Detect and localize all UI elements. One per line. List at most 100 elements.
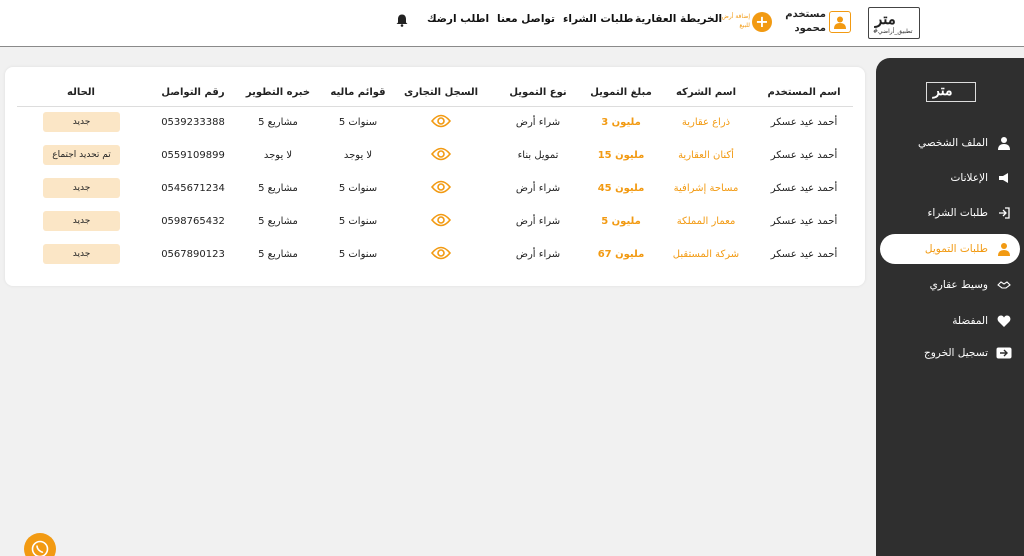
cell-financing-type: شراء أرض [515,117,561,128]
cell-financing-type: تمويل بناء [517,150,559,161]
cell-amount: 67 مليون [597,249,645,260]
cell-experience: 5 مشاريع [258,216,298,227]
cell-financial-statements: 5 سنوات [338,216,378,227]
header-amount: مبلغ التمويل [590,87,652,98]
cell-username: أحمد عيد عسكر [770,183,838,194]
header-development-experience: خبره التطوير [245,87,311,98]
sidebar-item-logout[interactable]: تسجيل الخروج [880,338,1020,368]
table-row[interactable]: أحمد عيد عسكر معمار المملكة 5 مليون شراء… [17,206,853,239]
cell-username: أحمد عيد عسكر [770,216,838,227]
cell-company[interactable]: شركة المستقبل [673,249,739,260]
heart-icon [996,313,1012,329]
user-avatar-icon[interactable] [829,11,851,33]
cell-experience: 5 مشاريع [258,183,298,194]
cell-phone: 0598765432 [161,216,225,227]
logout-icon [996,345,1012,361]
header-username: اسم المستخدم [767,87,841,98]
cell-financial-statements: لا يوجد [343,150,373,161]
handshake-icon [996,277,1012,293]
cell-phone: 0559109899 [161,150,225,161]
view-register-eye-icon[interactable] [430,245,452,264]
cell-company[interactable]: معمار المملكة [677,216,736,227]
view-register-eye-icon[interactable] [430,179,452,198]
sidebar-item-label: طلبات الشراء [927,207,988,219]
cell-amount: 3 مليون [601,117,641,128]
sidebar-logo[interactable]: متر [926,82,976,102]
cell-username: أحمد عيد عسكر [770,117,838,128]
nav-purchase-requests[interactable]: طلبات الشراء [563,13,633,25]
cell-experience: 5 مشاريع [258,117,298,128]
header-financial-statements: قوائم ماليه [330,87,386,98]
cell-username: أحمد عيد عسكر [770,249,838,260]
sidebar-item-label: وسيط عقاري [929,279,988,291]
logo-mark: متر [875,10,897,28]
sidebar-item-broker[interactable]: وسيط عقاري [880,270,1020,300]
sidebar-item-label: المفضلة [952,315,988,327]
nav-contact-us[interactable]: تواصل معنا [497,13,555,25]
status-badge[interactable]: جديد [43,211,120,231]
sidebar-item-profile[interactable]: الملف الشخصي [880,128,1020,158]
sidebar-item-financing-requests[interactable]: طلبات التمويل [880,234,1020,264]
header-financing-type: نوع التمويل [509,87,567,98]
cell-financing-type: شراء أرض [515,249,561,260]
cell-company[interactable]: ذراع عقارية [682,117,730,128]
table-header: اسم المستخدم اسم الشركه مبلغ التمويل نوع… [17,77,853,107]
cell-username: أحمد عيد عسكر [770,150,838,161]
sidebar-item-favorites[interactable]: المفضلة [880,306,1020,336]
nav-real-estate-map[interactable]: الخريطة العقارية [635,13,722,25]
header-status: الحاله [67,87,95,98]
cell-company[interactable]: مساحة إشرافية [674,183,739,194]
megaphone-icon [996,170,1012,186]
notification-bell-icon[interactable] [396,12,408,31]
sidebar-item-ads[interactable]: الإعلانات [880,163,1020,193]
nav-request-land[interactable]: اطلب ارضك [427,13,489,25]
cell-phone: 0545671234 [161,183,225,194]
status-badge[interactable]: تم تحديد اجتماع [43,145,120,165]
cell-financing-type: شراء أرض [515,216,561,227]
sidebar-item-label: تسجيل الخروج [923,347,988,359]
logo-tagline: #تطبيق_أراضي [873,28,913,35]
cell-financial-statements: 5 سنوات [338,183,378,194]
financing-requests-card: اسم المستخدم اسم الشركه مبلغ التمويل نوع… [5,67,865,286]
cell-phone: 0539233388 [161,117,225,128]
add-land-button[interactable]: + [752,12,772,32]
view-register-eye-icon[interactable] [430,212,452,231]
table-row[interactable]: أحمد عيد عسكر مساحة إشرافية 45 مليون شرا… [17,173,853,206]
status-badge[interactable]: جديد [43,112,120,132]
view-register-eye-icon[interactable] [430,146,452,165]
view-register-eye-icon[interactable] [430,113,452,132]
table-row[interactable]: أحمد عيد عسكر شركة المستقبل 67 مليون شرا… [17,239,853,272]
cell-company[interactable]: أكنان العقارية [678,150,734,161]
cell-experience: 5 مشاريع [258,249,298,260]
top-navbar: متر #تطبيق_أراضي مستخدم محمود + إضافة أر… [0,0,1024,47]
sidebar-item-label: الملف الشخصي [918,137,988,149]
add-land-label[interactable]: إضافة أرض للبيع [718,12,750,30]
header-company: اسم الشركه [675,87,737,98]
table-row[interactable]: أحمد عيد عسكر ذراع عقارية 3 مليون شراء أ… [17,107,853,140]
app-logo[interactable]: متر #تطبيق_أراضي [868,7,920,39]
cell-phone: 0567890123 [161,249,225,260]
sign-in-icon [996,205,1012,221]
sidebar-item-label: الإعلانات [950,172,988,184]
user-icon [996,241,1012,257]
cell-amount: 45 مليون [597,183,645,194]
user-role: مستخدم [785,9,826,20]
cell-amount: 5 مليون [601,216,641,227]
cell-experience: لا يوجد [263,150,293,161]
status-badge[interactable]: جديد [43,244,120,264]
cell-financial-statements: 5 سنوات [338,117,378,128]
table-row[interactable]: أحمد عيد عسكر أكنان العقارية 15 مليون تم… [17,140,853,173]
user-icon [996,135,1012,151]
cell-amount: 15 مليون [597,150,645,161]
header-contact-number: رقم التواصل [161,87,225,98]
status-badge[interactable]: جديد [43,178,120,198]
cell-financing-type: شراء أرض [515,183,561,194]
sidebar-item-purchase-requests[interactable]: طلبات الشراء [880,198,1020,228]
user-name: محمود [794,23,826,34]
sidebar-item-label: طلبات التمويل [924,243,988,255]
sidebar: متر الملف الشخصي الإعلانات طلبات الشراء … [876,58,1024,556]
whatsapp-button[interactable] [24,533,56,556]
header-commercial-register: السجل التجارى [403,87,479,98]
sidebar-logo-mark: متر [933,83,953,99]
whatsapp-icon [31,540,49,556]
